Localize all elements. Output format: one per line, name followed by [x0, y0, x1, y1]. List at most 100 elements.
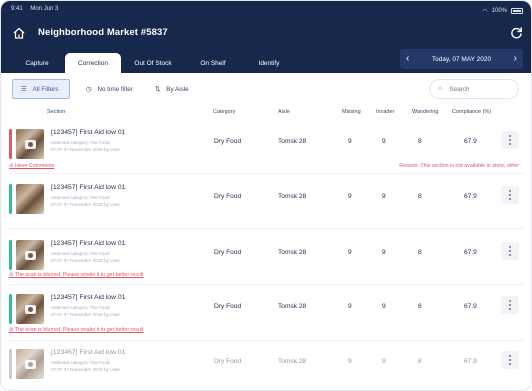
next-date-icon[interactable]: ›	[514, 54, 517, 64]
section-category-note: Selected category: Fist Food	[51, 305, 110, 310]
row-divider	[9, 284, 525, 285]
refresh-icon[interactable]	[510, 26, 523, 39]
section-timestamp: 07:07 07 November 2019 by User	[51, 147, 120, 152]
more-options-icon[interactable]	[501, 351, 519, 369]
invader-value: 9	[382, 303, 386, 310]
time-filter-label: No time filter	[97, 85, 133, 93]
search-icon: ⌕	[438, 85, 442, 92]
wandering-value: 8	[418, 303, 422, 310]
section-name: [123457] First Aid low 01	[51, 184, 126, 191]
section-thumbnail[interactable]	[16, 349, 44, 379]
all-filters-label: All Filters	[32, 85, 59, 93]
row-divider	[9, 340, 525, 341]
section-thumbnail[interactable]	[16, 129, 44, 159]
section-thumbnail[interactable]	[16, 294, 44, 324]
compliance-value: 67.9	[464, 193, 477, 200]
current-date: Today, 07 MAY 2020	[431, 55, 492, 63]
clock-icon: ◷	[86, 85, 92, 93]
missing-value: 9	[348, 303, 352, 310]
comment-icon: ⊘	[9, 163, 14, 169]
missing-value: 9	[348, 249, 352, 256]
camera-icon	[24, 359, 36, 369]
tab-on-shelf[interactable]: On Shelf	[185, 53, 241, 73]
sort-icon: ⇅	[155, 85, 161, 93]
warning-icon: ⊘	[9, 272, 14, 278]
column-section[interactable]: Section	[47, 109, 65, 115]
invader-value: 9	[382, 249, 386, 256]
battery-percent: 100%	[491, 8, 507, 14]
column-missing[interactable]: Missing	[342, 109, 361, 115]
compliance-value: 67.9	[464, 249, 477, 256]
retake-scan-link[interactable]: ⊘ The scan is blurred. Please retake it …	[9, 272, 144, 278]
more-options-icon[interactable]	[501, 296, 519, 314]
more-options-icon[interactable]	[501, 131, 519, 149]
section-name: [123457] First Aid low 01	[51, 294, 126, 301]
tab-capture[interactable]: Capture	[9, 53, 65, 73]
wandering-value: 8	[418, 193, 422, 200]
status-time: 9:41	[11, 6, 23, 12]
missing-value: 9	[348, 138, 352, 145]
section-name: [123457] First Aid low 01	[51, 240, 126, 247]
section-category-note: Selected category: Fist Food	[51, 360, 110, 365]
section-name: [123457] First Aid low 01	[51, 129, 126, 136]
retake-scan-link[interactable]: ⊘ The scan is blurred. Please retake it …	[9, 327, 144, 333]
section-thumbnail[interactable]	[16, 240, 44, 270]
time-filter-button[interactable]: ◷ No time filter	[78, 79, 144, 99]
search-box[interactable]: ⌕	[429, 79, 519, 99]
battery-icon	[511, 8, 523, 14]
status-indicator	[9, 294, 12, 324]
sort-aisle-label: By Aisle	[166, 85, 189, 93]
section-name: [123457] First Aid low 01	[51, 349, 126, 356]
section-timestamp: 07:07 07 November 2019 by User	[51, 312, 120, 317]
more-options-icon[interactable]	[501, 242, 519, 260]
section-timestamp: 07:07 07 November 2019 by User	[51, 202, 120, 207]
column-invader[interactable]: Invader	[376, 109, 394, 115]
category-value: Dry Food	[214, 303, 242, 310]
sort-aisle-button[interactable]: ⇅ By Aisle	[147, 79, 213, 99]
compliance-value: 67.9	[464, 138, 477, 145]
camera-icon	[24, 139, 36, 149]
warning-icon: ⊘	[9, 327, 14, 333]
aisle-value: Tomsk 28	[278, 249, 307, 256]
section-category-note: Selected category: Fist Food	[51, 195, 110, 200]
filter-bar: ☰ All Filters ◷ No time filter ⇅ By Aisl…	[1, 79, 531, 101]
app-frame: 9:41 Mon Jun 3 ◠ 100% Neighborhood Marke…	[0, 0, 532, 391]
have-comments-link[interactable]: ⊘ Have Comments	[9, 163, 54, 169]
camera-icon	[24, 304, 36, 314]
tab-identify[interactable]: Identify	[241, 53, 297, 73]
column-category[interactable]: Category	[213, 109, 235, 115]
aisle-value: Tomsk 28	[278, 138, 307, 145]
section-timestamp: 07:07 07 November 2019 by User	[51, 258, 120, 263]
status-indicator	[9, 240, 12, 270]
search-input[interactable]	[449, 85, 510, 93]
wifi-icon: ◠	[482, 8, 488, 15]
reason-text: Reason: This section is not available in…	[399, 163, 519, 169]
section-category-note: Selected category: Fist Food	[51, 251, 110, 256]
status-indicator	[9, 129, 12, 159]
column-aisle[interactable]: Aisle	[278, 109, 290, 115]
invader-value: 9	[382, 138, 386, 145]
column-compliance[interactable]: Compliance (%)	[452, 109, 491, 115]
invader-value: 9	[382, 358, 386, 365]
prev-date-icon[interactable]: ‹	[406, 54, 409, 64]
compliance-value: 67.9	[464, 303, 477, 310]
aisle-value: Tomsk 28	[278, 358, 307, 365]
wandering-value: 8	[418, 249, 422, 256]
column-wandering[interactable]: Wandering	[412, 109, 438, 115]
aisle-value: Tomsk 28	[278, 193, 307, 200]
status-indicator	[9, 349, 12, 379]
row-divider	[9, 173, 525, 174]
reason-value: This section is not available in store, …	[420, 163, 519, 169]
all-filters-button[interactable]: ☰ All Filters	[12, 79, 70, 99]
section-thumbnail[interactable]	[16, 184, 44, 214]
have-comments-label: Have Comments	[14, 163, 55, 169]
category-value: Dry Food	[214, 193, 242, 200]
missing-value: 9	[348, 193, 352, 200]
status-indicator	[9, 184, 12, 214]
tab-out-of-stock[interactable]: Out Of Stock	[121, 53, 185, 73]
more-options-icon[interactable]	[501, 186, 519, 204]
invader-value: 9	[382, 193, 386, 200]
home-icon[interactable]	[13, 27, 25, 39]
category-value: Dry Food	[214, 138, 242, 145]
tab-correction[interactable]: Correction	[65, 53, 121, 73]
